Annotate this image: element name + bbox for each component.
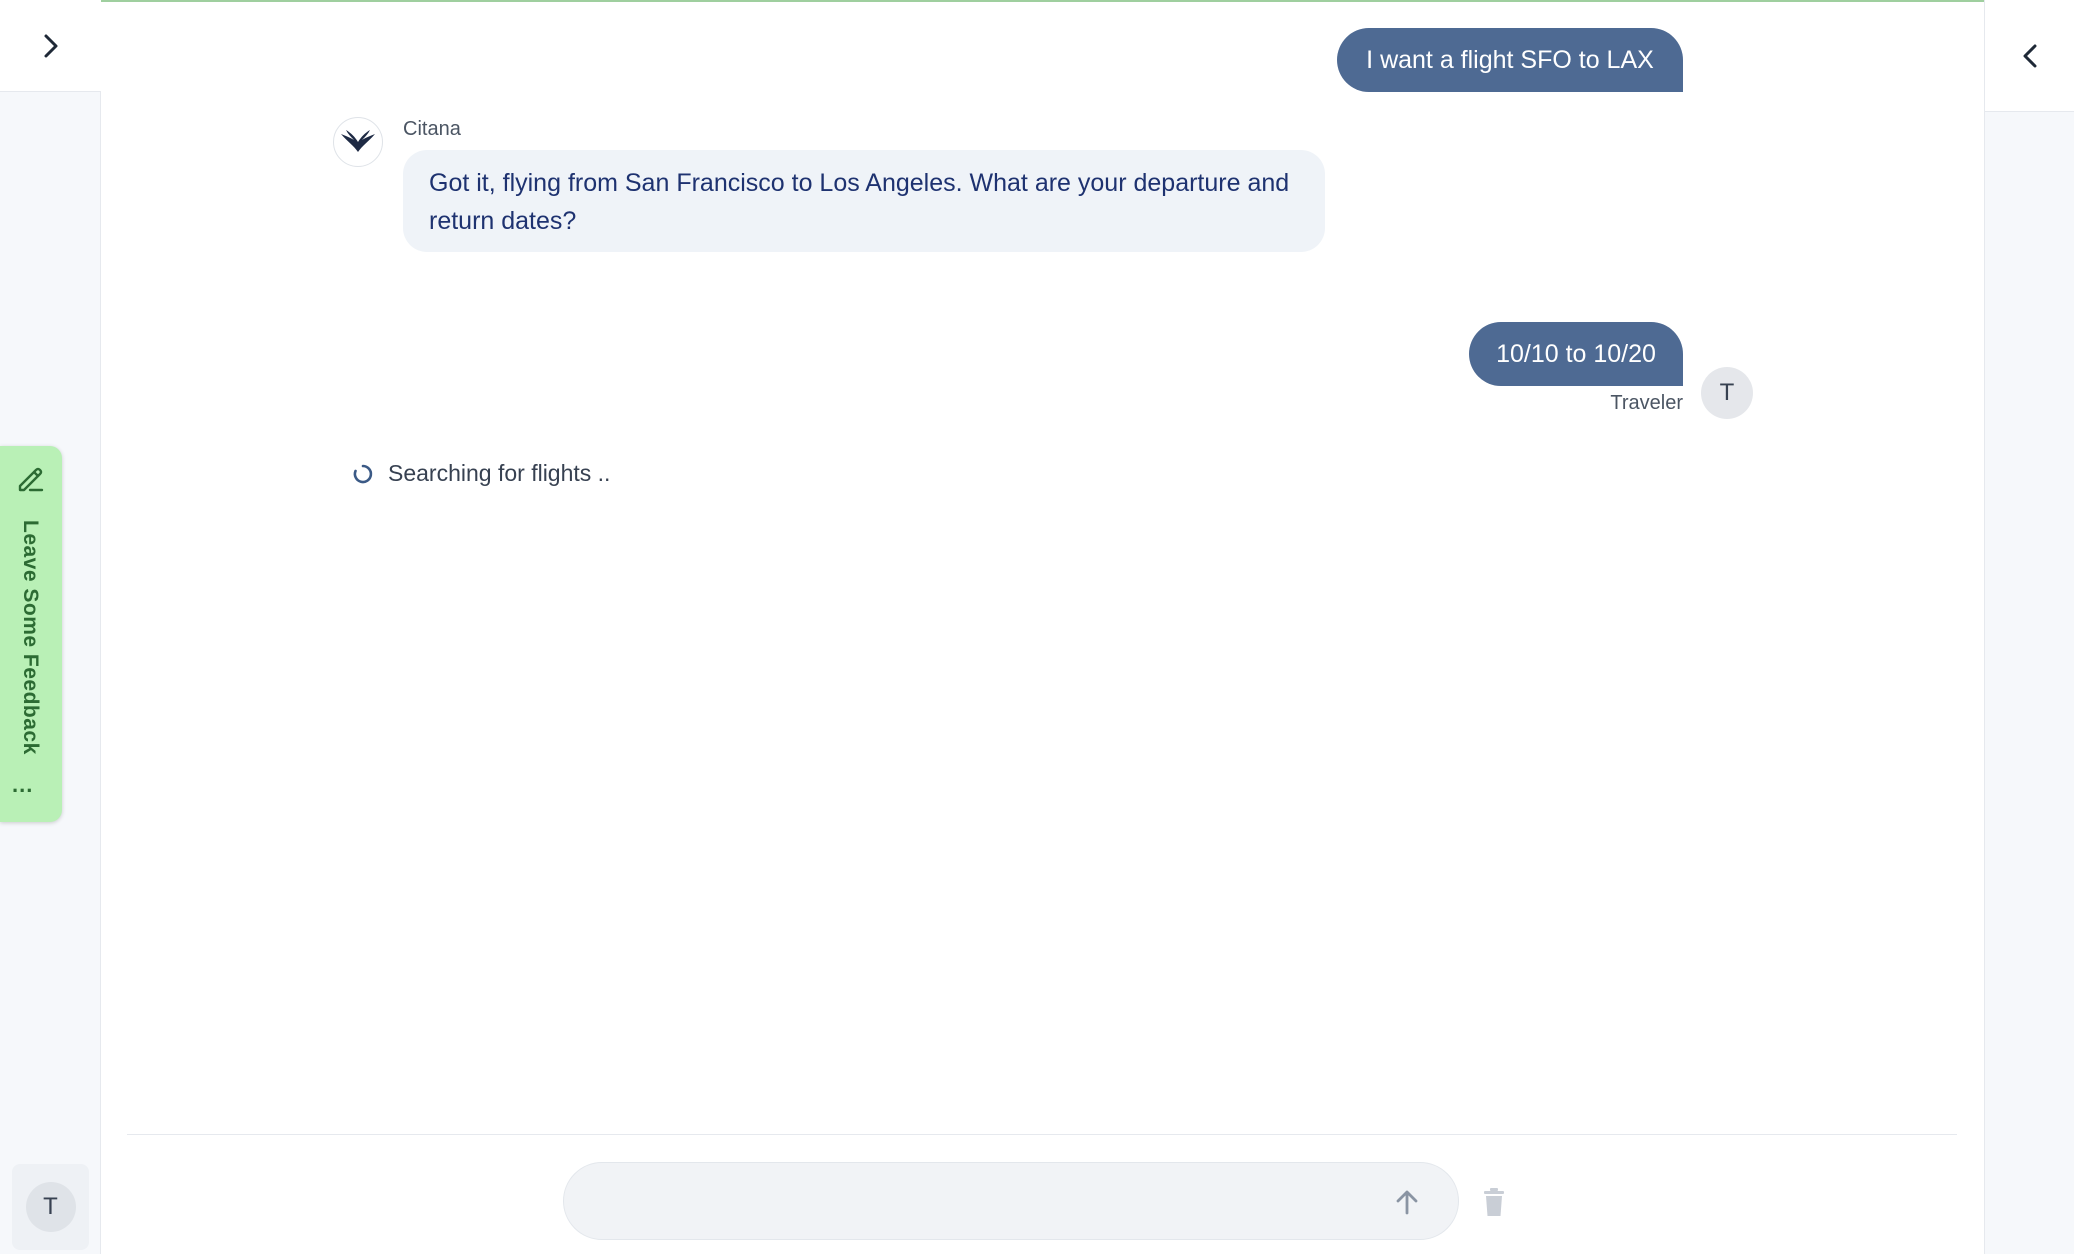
loading-spinner-icon [353, 464, 373, 483]
chevron-left-icon [2023, 44, 2037, 67]
composer-divider [127, 1134, 1957, 1135]
feedback-tab[interactable]: Leave Some Feedback ... [0, 446, 62, 822]
message-input[interactable] [592, 1183, 1352, 1221]
expand-sidebar-button[interactable] [0, 0, 101, 92]
message-composer [563, 1162, 1459, 1240]
arrow-up-icon [1396, 1190, 1418, 1215]
send-button[interactable] [1385, 1180, 1429, 1224]
pen-icon [18, 467, 44, 492]
right-sidebar [1984, 0, 2074, 1254]
feedback-more[interactable]: ... [12, 772, 33, 798]
search-status: Searching for flights .. [352, 460, 610, 487]
avatar[interactable]: T [25, 1182, 76, 1232]
assistant-name: Citana [403, 118, 461, 140]
trash-icon [1484, 1188, 1504, 1216]
assistant-message: Got it, flying from San Francisco to Los… [403, 150, 1325, 252]
user-message: I want a flight SFO to LAX [1337, 28, 1683, 92]
search-status-text: Searching for flights .. [388, 460, 611, 486]
top-accent-line [0, 0, 2074, 2]
user-name: Traveler [1610, 392, 1683, 414]
user-message: 10/10 to 10/20 [1469, 322, 1683, 386]
user-menu[interactable]: T [12, 1164, 89, 1250]
wings-logo-icon [341, 130, 375, 152]
user-avatar: T [1701, 367, 1753, 419]
collapse-panel-button[interactable] [1985, 0, 2074, 112]
feedback-label: Leave Some Feedback [19, 520, 42, 755]
chevron-right-icon [44, 34, 57, 57]
assistant-avatar [333, 117, 383, 167]
clear-chat-button[interactable] [1481, 1182, 1507, 1222]
